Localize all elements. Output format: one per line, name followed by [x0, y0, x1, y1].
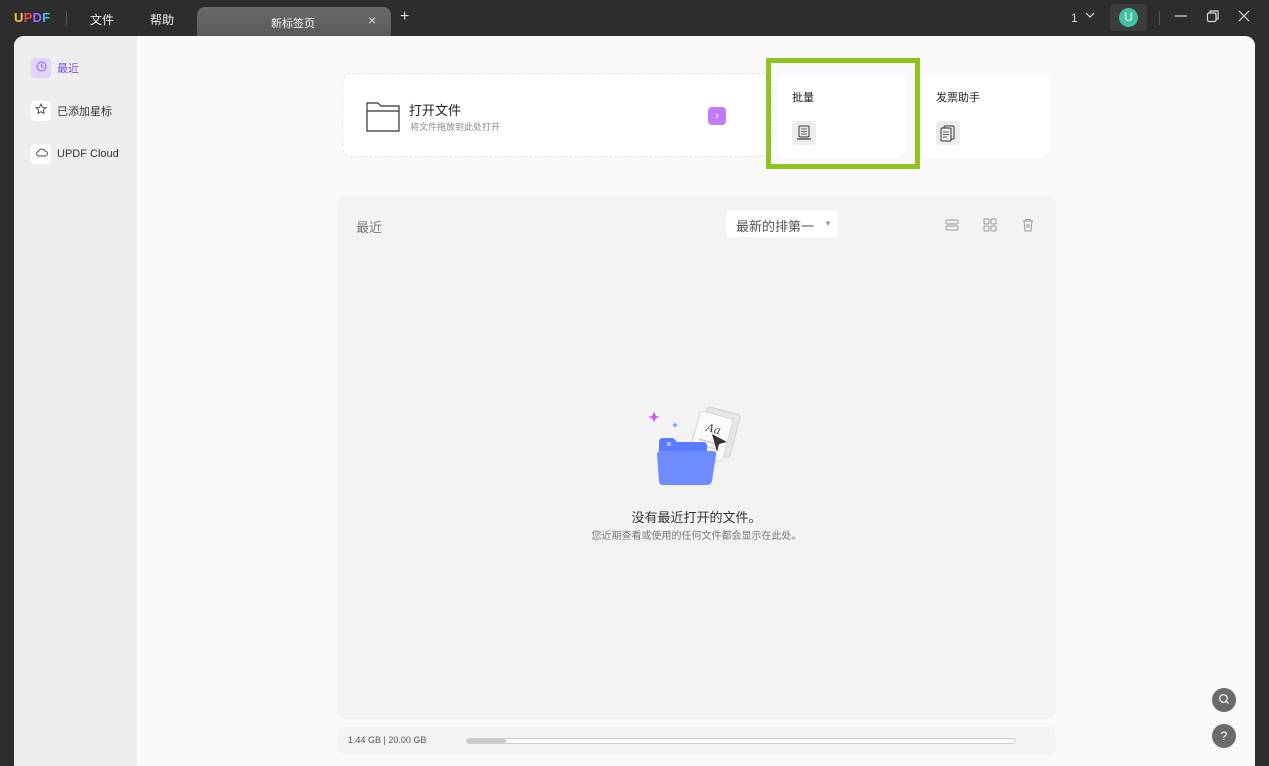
- storage-progress-fill: [467, 739, 507, 743]
- chevron-down-icon[interactable]: [1084, 9, 1096, 24]
- tab-label: 新标签页: [271, 18, 315, 30]
- clock-icon: [31, 58, 51, 78]
- storage-progress-track: [466, 738, 1016, 744]
- minimize-icon[interactable]: [1174, 9, 1188, 26]
- list-view-icon[interactable]: [944, 217, 960, 233]
- storage-usage-text: 1.44 GB | 20.00 GB: [348, 735, 427, 745]
- batch-highlight-frame: [766, 58, 920, 169]
- sidebar-item-label: UPDF Cloud: [57, 148, 119, 160]
- search-button[interactable]: [1212, 688, 1236, 712]
- cloud-icon: [31, 144, 51, 164]
- home-content: 打开文件 将文件拖放到此处打开 › 批量 发票助手 最近 最新的排第一 ▼ Aa…: [137, 36, 1255, 766]
- sort-dropdown[interactable]: 最新的排第一 ▼: [726, 211, 838, 237]
- empty-folder-illustration: Aa: [648, 406, 741, 485]
- active-indicator: [14, 62, 18, 76]
- avatar: U: [1119, 8, 1138, 27]
- caret-down-icon: ▼: [824, 219, 832, 228]
- title-bar: UPDF 文件 帮助 新标签页 × + 1 U: [0, 0, 1269, 36]
- sidebar: 最近 已添加星标 UPDF Cloud: [14, 36, 137, 766]
- star-icon: [31, 101, 51, 121]
- trash-icon[interactable]: [1020, 217, 1036, 233]
- add-tab-button[interactable]: +: [400, 8, 409, 26]
- invoice-label: 发票助手: [936, 92, 980, 104]
- empty-state-title: 没有最近打开的文件。: [631, 510, 762, 525]
- menu-file[interactable]: 文件: [90, 11, 114, 28]
- grid-view-icon[interactable]: [982, 217, 998, 233]
- open-file-title: 打开文件: [409, 103, 462, 118]
- sidebar-item-label: 最近: [57, 63, 79, 75]
- logo-letter-f: F: [42, 10, 51, 25]
- close-window-icon[interactable]: [1237, 9, 1251, 26]
- recent-title: 最近: [356, 220, 383, 235]
- sidebar-item-cloud[interactable]: UPDF Cloud: [31, 144, 119, 164]
- help-button[interactable]: ?: [1212, 724, 1236, 748]
- recent-panel: 最近 最新的排第一 ▼ Aa 没有最近打开的文件。 您近期查看或使用的任何文件都…: [338, 195, 1055, 719]
- restore-icon[interactable]: [1206, 9, 1220, 26]
- menu-help[interactable]: 帮助: [150, 11, 174, 28]
- open-file-subtitle: 将文件拖放到此处打开: [410, 122, 501, 132]
- sidebar-item-starred[interactable]: 已添加星标: [31, 101, 112, 121]
- logo-letter-d: D: [32, 10, 43, 25]
- logo-letter-u: U: [14, 10, 24, 25]
- account-button[interactable]: U: [1110, 4, 1147, 31]
- page-indicator[interactable]: 1: [1071, 11, 1078, 25]
- folder-icon: [366, 102, 400, 132]
- storage-bar: 1.44 GB | 20.00 GB: [338, 727, 1055, 755]
- sidebar-item-label: 已添加星标: [57, 106, 112, 118]
- search-icon: [1219, 694, 1229, 704]
- invoice-card[interactable]: 发票助手: [922, 73, 1050, 157]
- main-window: 最近 已添加星标 UPDF Cloud 打开文件 将文件拖放到此处打开 › 批量…: [14, 36, 1255, 766]
- sidebar-item-recent[interactable]: 最近: [31, 58, 79, 78]
- title-divider: [1159, 11, 1160, 25]
- open-file-arrow-button[interactable]: ›: [708, 107, 726, 125]
- invoice-icon: [936, 121, 960, 145]
- close-tab-icon[interactable]: ×: [368, 12, 376, 28]
- title-divider: [66, 11, 67, 25]
- empty-state-subtitle: 您近期查看或使用的任何文件都会显示在此处。: [591, 531, 802, 542]
- tab-new[interactable]: 新标签页 ×: [197, 7, 391, 36]
- updf-logo[interactable]: UPDF: [14, 10, 50, 25]
- sort-label: 最新的排第一: [736, 219, 815, 234]
